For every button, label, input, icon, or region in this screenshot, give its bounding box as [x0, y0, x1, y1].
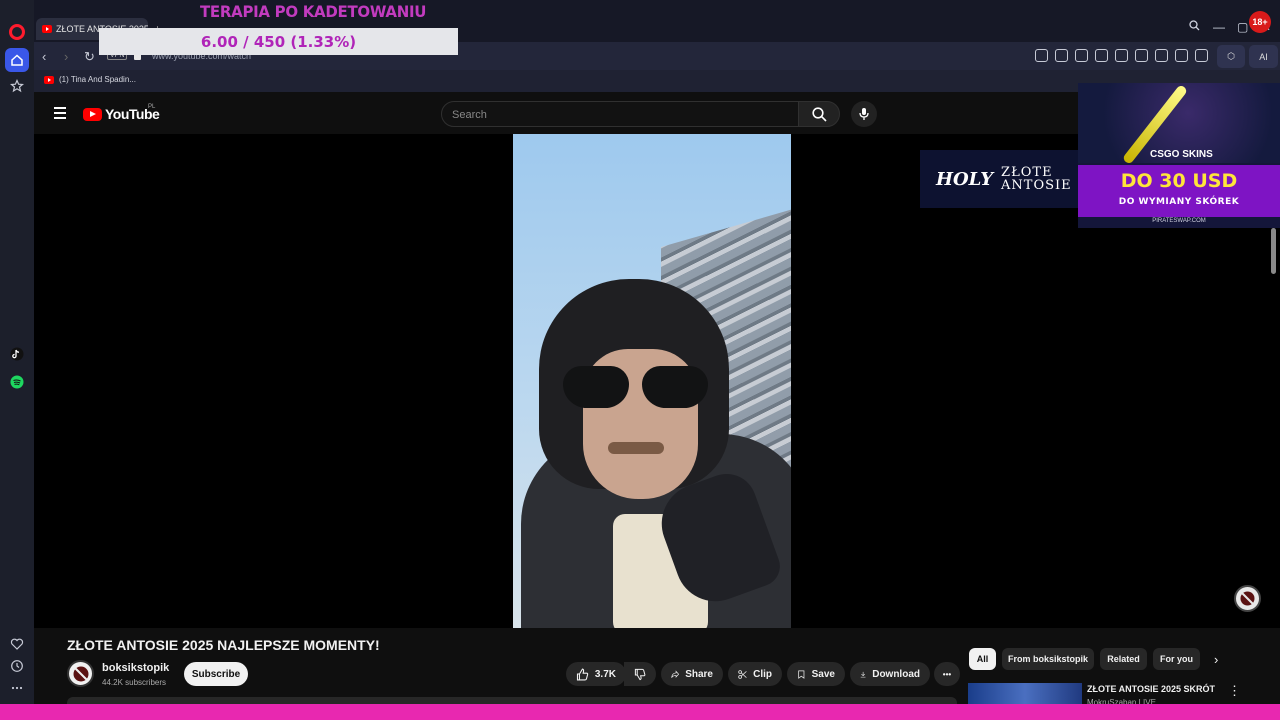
camera-icon[interactable]	[1055, 49, 1068, 62]
search-icon	[811, 106, 827, 122]
save-button[interactable]: Save	[787, 662, 845, 686]
cube-extension-button[interactable]: ⬡	[1217, 45, 1245, 68]
bookmark-item[interactable]: (1) Tina And Spadin...	[44, 75, 136, 84]
chevron-right-icon[interactable]: ›	[1214, 652, 1218, 667]
player-icon[interactable]	[1115, 49, 1128, 62]
share-button[interactable]: Share	[661, 662, 723, 686]
share-icon	[671, 669, 680, 678]
download-label: Download	[872, 668, 920, 680]
subscribe-button[interactable]: Subscribe	[184, 662, 248, 686]
page-scrollbar[interactable]	[1271, 228, 1276, 274]
like-count: 3.7K	[594, 668, 616, 680]
channel-subscribers: 44.2K subscribers	[102, 678, 167, 687]
edit-icon[interactable]	[1035, 49, 1048, 62]
chip-all[interactable]: All	[969, 648, 996, 670]
csgo-logo: CSGO SKINS	[1150, 149, 1213, 160]
csgo-ad-headline: DO 30 USD	[1120, 170, 1238, 192]
chip-for-you[interactable]: For you	[1153, 648, 1200, 670]
search-button[interactable]	[798, 101, 840, 127]
minimize-button[interactable]: —	[1213, 20, 1225, 34]
csgo-skins-ad[interactable]: CSGO SKINS DO 30 USD DO WYMIANY SKÓREK P…	[1078, 83, 1280, 228]
search-tabs-icon[interactable]	[1189, 20, 1200, 34]
profile-icon[interactable]	[1195, 49, 1208, 62]
screen: ZŁOTE ANTOSIE 2025 N... + — ▢ ✕ 18+ ‹ › …	[0, 0, 1280, 720]
chip-related[interactable]: Related	[1100, 648, 1147, 670]
channel-watermark-icon[interactable]	[1234, 585, 1261, 612]
hamburger-menu-icon[interactable]	[54, 107, 66, 122]
csgo-ad-subline: DO WYMIANY SKÓREK	[1118, 197, 1240, 207]
holy-title-line2: ANTOSIE	[1001, 178, 1072, 193]
search-box	[441, 101, 799, 127]
download-icon[interactable]	[1155, 49, 1168, 62]
shield-icon[interactable]	[1075, 49, 1088, 62]
thumbs-up-icon	[576, 667, 589, 680]
download-button[interactable]: Download	[850, 662, 930, 686]
voice-search-button[interactable]	[851, 101, 877, 127]
age-restriction-badge: 18+	[1249, 11, 1271, 33]
recommendation-title[interactable]: ZŁOTE ANTOSIE 2025 SKRÓT	[1087, 684, 1215, 694]
mustache	[608, 442, 664, 454]
thumbs-down-icon	[634, 668, 646, 680]
download-icon	[860, 671, 866, 677]
chip-from-channel[interactable]: From boksikstopik	[1002, 648, 1094, 670]
holy-sponsor-banner: HOLY ZŁOTE ANTOSIE 2025	[920, 150, 1093, 208]
history-icon[interactable]	[5, 654, 29, 678]
clip-button[interactable]: Clip	[728, 662, 782, 686]
ai-button[interactable]: AI	[1249, 45, 1278, 68]
channel-name[interactable]: boksikstopik	[102, 662, 169, 674]
more-icon[interactable]	[5, 676, 29, 700]
holy-logo: HOLY	[936, 168, 994, 190]
youtube-favicon-icon	[44, 75, 54, 84]
dislike-button[interactable]	[624, 662, 656, 686]
microphone-icon	[859, 108, 869, 120]
holy-event-title: ZŁOTE ANTOSIE	[1001, 166, 1072, 192]
video-frame[interactable]	[513, 134, 791, 628]
clip-label: Clip	[753, 668, 772, 680]
channel-avatar[interactable]	[67, 660, 94, 687]
scissors-icon	[738, 669, 747, 679]
video-title: ZŁOTE ANTOSIE 2025 NAJLEPSZE MOMENTY!	[67, 637, 380, 653]
search-input[interactable]	[452, 107, 782, 123]
extension-icon[interactable]	[1095, 49, 1108, 62]
channel-avatar-icon	[73, 666, 88, 681]
csgo-ad-footer: PIRATESWAP.COM	[1152, 218, 1206, 224]
overlay-title: TERAPIA PO KADETOWANIU	[200, 2, 427, 22]
opera-logo-icon[interactable]	[9, 24, 25, 40]
maximize-button[interactable]: ▢	[1237, 20, 1248, 34]
menu-icon[interactable]	[1175, 49, 1188, 62]
sunglasses	[563, 366, 708, 408]
heart-icon[interactable]	[5, 632, 29, 656]
reload-icon[interactable]: ↻	[84, 49, 95, 65]
share-label: Share	[685, 668, 713, 680]
like-button[interactable]: 3.7K	[566, 662, 626, 686]
bookmark-label: (1) Tina And Spadin...	[59, 75, 136, 84]
youtube-play-icon	[83, 107, 102, 121]
overlay-progress-text: 6.00 / 450 (1.33%)	[200, 32, 357, 51]
country-code: PL	[148, 104, 156, 110]
tiktok-icon[interactable]	[5, 342, 29, 366]
home-icon[interactable]	[5, 48, 29, 72]
more-actions-button[interactable]: •••	[934, 662, 960, 686]
save-label: Save	[811, 668, 835, 680]
forward-icon[interactable]: ›	[64, 49, 68, 64]
youtube-favicon-icon	[42, 25, 52, 33]
recommendation-menu-icon[interactable]: ⋮	[1228, 683, 1241, 699]
star-icon[interactable]	[5, 74, 29, 98]
bookmark-icon	[798, 669, 805, 679]
overlay-bottom-bar	[0, 704, 1280, 720]
back-icon[interactable]: ‹	[42, 49, 46, 64]
heart-bookmark-icon[interactable]	[1135, 49, 1148, 62]
overlay-progress-bar: 6.00 / 450 (1.33%)	[99, 28, 458, 55]
toolbar-icons	[1035, 49, 1208, 62]
opera-sidebar	[0, 0, 34, 720]
spotify-icon[interactable]	[5, 370, 29, 394]
